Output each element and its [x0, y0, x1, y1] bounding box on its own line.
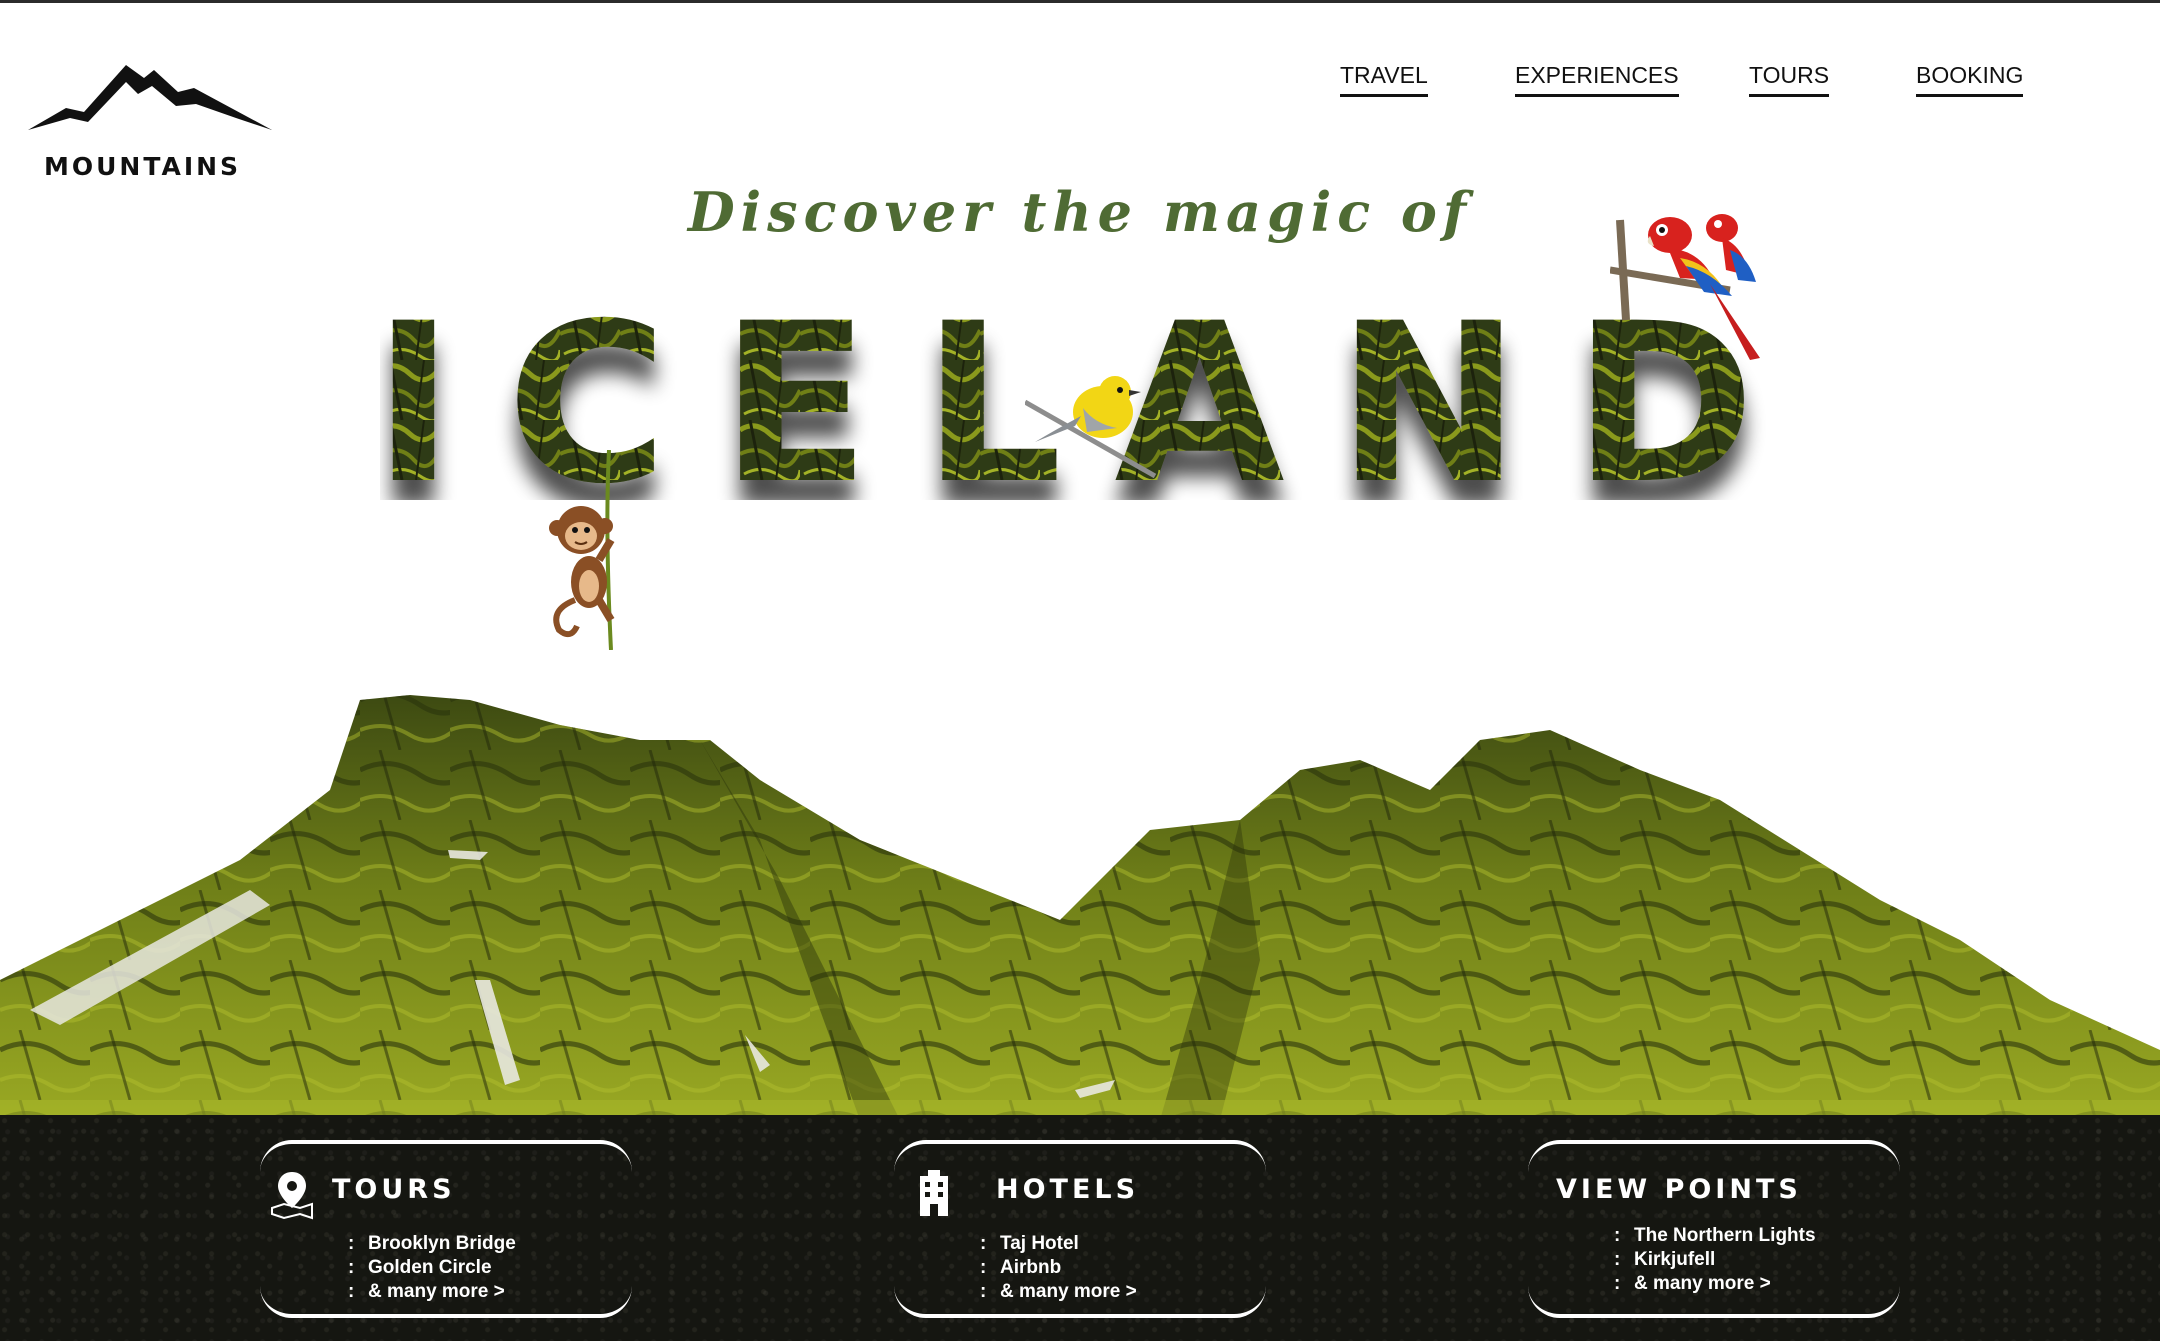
- nav-item-booking[interactable]: BOOKING: [1916, 62, 2024, 97]
- list-item: : & many more >: [980, 1281, 1137, 1302]
- brand-logo[interactable]: MOUNTAINS: [26, 60, 276, 181]
- parrots-illustration: [1610, 214, 1760, 360]
- top-border: [0, 0, 2160, 3]
- list-item: : Airbnb: [980, 1257, 1062, 1278]
- view-points-card-title: VIEW POINTS: [1556, 1174, 1802, 1205]
- map-pin-icon: [271, 1172, 313, 1220]
- building-icon: [920, 1170, 948, 1216]
- tours-card-title: TOURS: [332, 1174, 456, 1205]
- hotels-card[interactable]: HOTELS : Taj Hotel : Airbnb : & many more >: [894, 1140, 1266, 1318]
- monkey-illustration: [549, 450, 615, 650]
- mountain-landscape: [0, 680, 2160, 1120]
- list-item: : & many more >: [1614, 1273, 1771, 1294]
- nav-item-experiences[interactable]: EXPERIENCES: [1515, 62, 1679, 97]
- brand-name: MOUNTAINS: [44, 152, 242, 181]
- tours-more-link[interactable]: & many more >: [368, 1281, 505, 1302]
- page: MOUNTAINS TRAVEL EXPERIENCES TOURS BOOKI…: [0, 0, 2160, 1341]
- hotels-more-link[interactable]: & many more >: [1000, 1281, 1137, 1302]
- nav-item-tours[interactable]: TOURS: [1749, 62, 1830, 97]
- view-points-card[interactable]: VIEW POINTS : The Northern Lights : Kirkju…: [1528, 1140, 1900, 1318]
- list-item: : Brooklyn Bridge: [348, 1233, 516, 1254]
- list-item: : Kirkjufell: [1614, 1249, 1716, 1270]
- hotels-card-title: HOTELS: [996, 1174, 1140, 1205]
- main-nav: TRAVEL EXPERIENCES TOURS BOOKING: [1340, 62, 2040, 102]
- hotels-card-list: : Taj Hotel : Airbnb : & many more >: [980, 1232, 1137, 1304]
- list-item: : The Northern Lights: [1614, 1225, 1816, 1246]
- mountain-logo-icon: [28, 65, 272, 130]
- nav-item-travel[interactable]: TRAVEL: [1340, 62, 1428, 97]
- yellow-bird-illustration: [1025, 376, 1157, 479]
- view-points-card-list: : The Northern Lights : Kirkjufell : & many…: [1614, 1224, 1816, 1296]
- view-points-more-link[interactable]: & many more >: [1634, 1273, 1771, 1294]
- hero-tagline: Discover the magic of: [687, 180, 1473, 244]
- tours-card-list: : Brooklyn Bridge : Golden Circle : & many …: [348, 1232, 516, 1304]
- list-item: : Taj Hotel: [980, 1233, 1079, 1254]
- tours-card[interactable]: TOURS : Brooklyn Bridge : Golden Circle : &…: [260, 1140, 632, 1318]
- list-item: : Golden Circle: [348, 1257, 492, 1278]
- list-item: : & many more >: [348, 1281, 505, 1302]
